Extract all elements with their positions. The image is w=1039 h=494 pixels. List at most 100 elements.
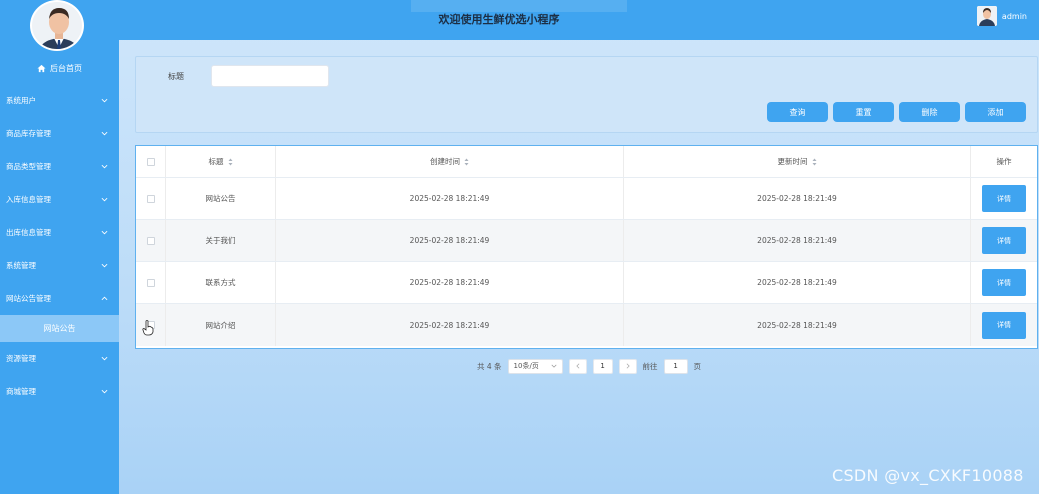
row-checkbox[interactable] [146,236,155,245]
sidebar-item-label: 入库信息管理 [6,195,51,204]
select-all-cell [136,146,166,177]
sidebar-item-label: 商品类型管理 [6,162,51,171]
sidebar-menu: 系统用户 商品库存管理 商品类型管理 入库信息管理 出库信息管理 系统管理 网站… [0,84,119,408]
query-button[interactable]: 查询 [767,102,828,122]
sidebar-item-label: 出库信息管理 [6,228,51,237]
search-panel: 标题 查询 重置 删除 添加 [135,56,1038,133]
row-checkbox[interactable] [146,194,155,203]
row-checkbox[interactable] [146,278,155,287]
chevron-down-icon [101,131,108,136]
delete-button[interactable]: 删除 [899,102,960,122]
page-size-select[interactable]: 10条/页 [507,358,563,374]
chevron-down-icon [101,389,108,394]
sort-icon[interactable] [464,158,469,166]
next-page-button[interactable] [618,358,637,374]
chevron-down-icon [101,356,108,361]
cell-created: 2025-02-28 18:21:49 [276,178,624,219]
sidebar-item-inventory[interactable]: 商品库存管理 [0,117,119,150]
sort-icon[interactable] [228,158,233,166]
table-row: 联系方式 2025-02-28 18:21:49 2025-02-28 18:2… [136,262,1037,304]
sidebar-item-resources[interactable]: 资源管理 [0,342,119,375]
sidebar-item-stock-out[interactable]: 出库信息管理 [0,216,119,249]
sidebar-item-system-settings[interactable]: 系统管理 [0,249,119,282]
column-header-label: 更新时间 [777,157,808,166]
user-avatar [976,6,997,26]
user-menu[interactable]: admin [976,6,1027,26]
cell-op: 详情 [971,178,1037,219]
home-icon [37,64,46,72]
pagination: 共 4 条 10条/页 1 前往 1 页 [477,358,701,374]
cell-title: 联系方式 [166,262,276,303]
goto-page-input[interactable]: 1 [663,358,688,374]
detail-button[interactable]: 详情 [982,269,1026,296]
detail-button[interactable]: 详情 [982,185,1026,212]
sort-icon[interactable] [812,158,817,166]
watermark: CSDN @vx_CXKF10088 [832,466,1024,485]
avatar [30,0,84,51]
row-select-cell [136,220,166,261]
sidebar: 后台首页 系统用户 商品库存管理 商品类型管理 入库信息管理 出库信息管理 系统… [0,0,119,494]
column-header-created[interactable]: 创建时间 [276,146,624,177]
column-header-updated[interactable]: 更新时间 [624,146,971,177]
title-search-input[interactable] [211,65,329,87]
cell-op: 详情 [971,262,1037,303]
sidebar-subitem-label: 网站公告 [43,324,76,333]
cell-created: 2025-02-28 18:21:49 [276,262,624,303]
data-table: 标题 创建时间 更新时间 操作 网站公告 2025-02-28 18:21:49… [135,145,1038,349]
sidebar-subitem-announcement[interactable]: 网站公告 [0,315,119,342]
chevron-down-icon [101,230,108,235]
top-header: 欢迎使用生鲜优选小程序 admin [119,0,1039,40]
sidebar-item-product-types[interactable]: 商品类型管理 [0,150,119,183]
column-header-label: 标题 [208,157,224,166]
sidebar-item-announcements[interactable]: 网站公告管理 [0,282,119,315]
title-filter-label: 标题 [168,72,184,81]
select-all-checkbox[interactable] [146,157,155,166]
cell-title: 关于我们 [166,220,276,261]
sidebar-item-label: 网站公告管理 [6,294,51,303]
row-select-cell [136,262,166,303]
current-page[interactable]: 1 [592,358,613,374]
cell-updated: 2025-02-28 18:21:49 [624,220,971,261]
chevron-left-icon [575,363,579,369]
table-header-row: 标题 创建时间 更新时间 操作 [136,146,1037,178]
sidebar-item-label: 商品库存管理 [6,129,51,138]
sidebar-item-stock-in[interactable]: 入库信息管理 [0,183,119,216]
prev-page-button[interactable] [568,358,587,374]
sidebar-item-mall[interactable]: 商城管理 [0,375,119,408]
page-suffix: 页 [693,361,702,371]
user-avatar-image [32,2,82,49]
row-select-cell [136,178,166,219]
chevron-down-icon [101,197,108,202]
column-header-label: 操作 [996,157,1012,166]
column-header-label: 创建时间 [430,157,460,166]
sidebar-item-label: 资源管理 [6,354,36,363]
total-count: 共 4 条 [477,361,502,371]
cell-created: 2025-02-28 18:21:49 [276,220,624,261]
detail-button[interactable]: 详情 [982,311,1026,339]
cell-updated: 2025-02-28 18:21:49 [624,262,971,303]
table-row: 网站介绍 2025-02-28 18:21:49 2025-02-28 18:2… [136,304,1037,346]
chevron-down-icon [101,98,108,103]
cell-created: 2025-02-28 18:21:49 [276,304,624,346]
page-title: 欢迎使用生鲜优选小程序 [438,13,560,26]
column-header-title[interactable]: 标题 [166,146,276,177]
chevron-up-icon [101,296,108,301]
cell-op: 详情 [971,304,1037,346]
sidebar-item-label: 系统用户 [6,96,36,105]
sidebar-item-label: 商城管理 [6,387,36,396]
sidebar-home-link[interactable]: 后台首页 [0,61,119,75]
goto-label: 前往 [642,361,658,371]
table-row: 关于我们 2025-02-28 18:21:49 2025-02-28 18:2… [136,220,1037,262]
sidebar-item-system-users[interactable]: 系统用户 [0,84,119,117]
cell-title: 网站公告 [166,178,276,219]
chevron-down-icon [101,263,108,268]
add-button[interactable]: 添加 [965,102,1026,122]
cell-updated: 2025-02-28 18:21:49 [624,304,971,346]
page-size-value: 10条/页 [513,362,539,370]
cell-op: 详情 [971,220,1037,261]
hand-cursor-icon [142,320,154,336]
reset-button[interactable]: 重置 [833,102,894,122]
cell-updated: 2025-02-28 18:21:49 [624,178,971,219]
cell-title: 网站介绍 [166,304,276,346]
detail-button[interactable]: 详情 [982,227,1026,254]
